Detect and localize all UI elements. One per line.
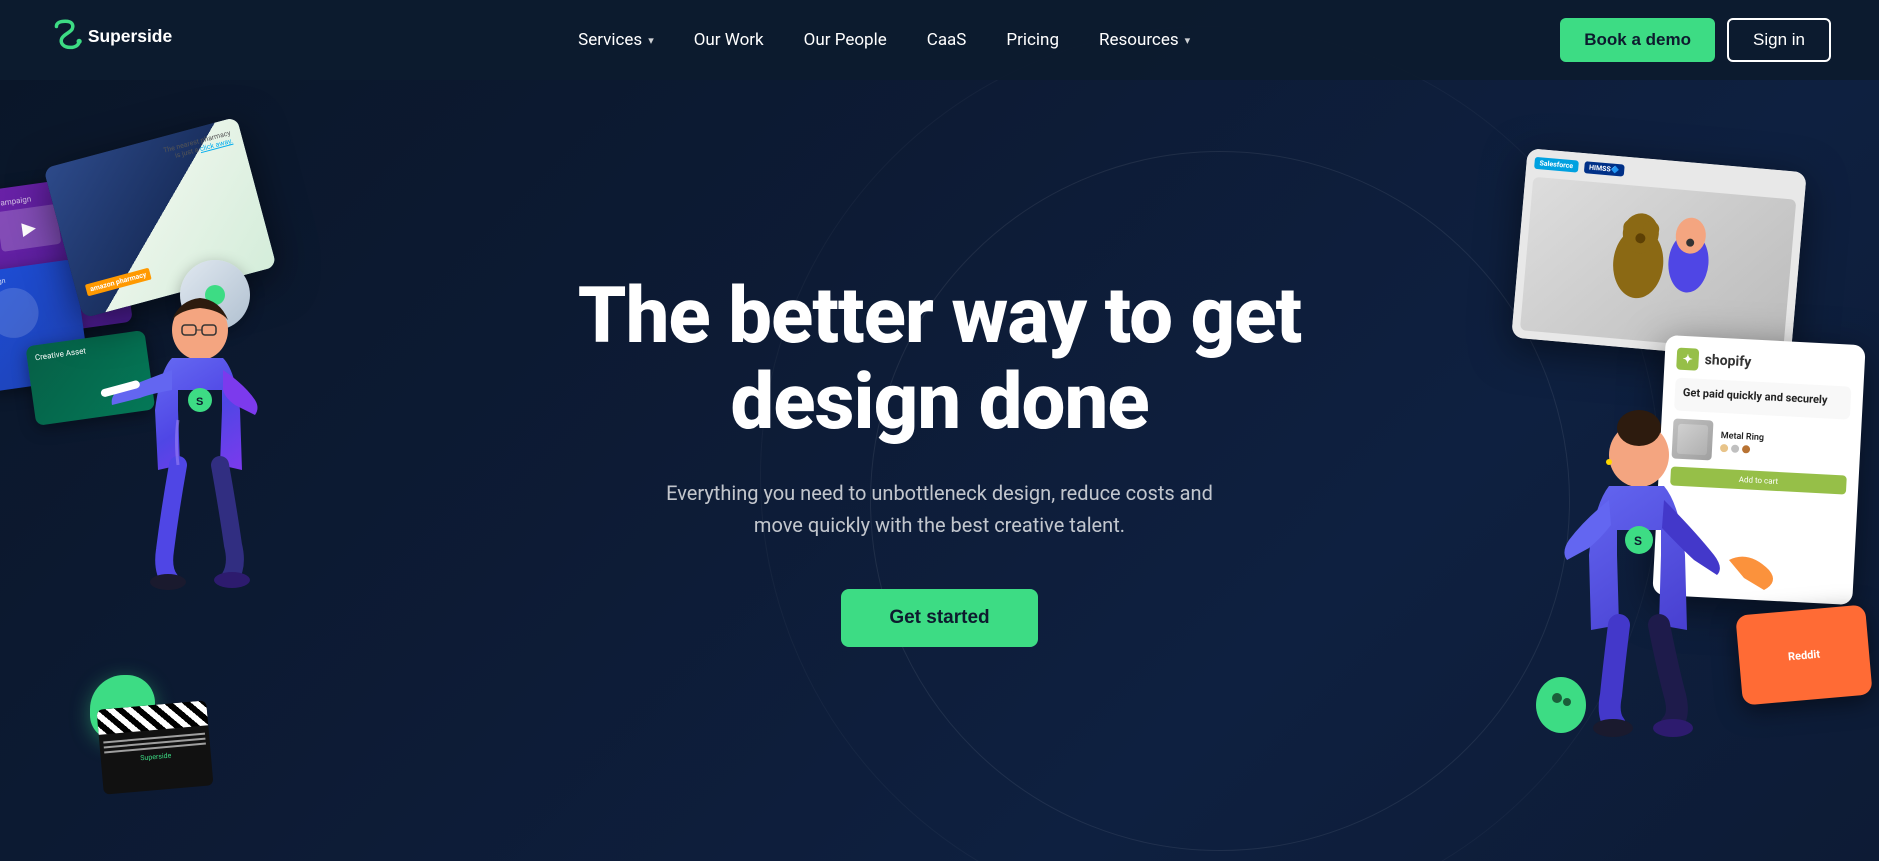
nav-label-pricing: Pricing (1006, 30, 1059, 50)
nav-link-our-people[interactable]: Our People (788, 22, 903, 58)
book-demo-button[interactable]: Book a demo (1560, 18, 1715, 62)
figure-right: S (1519, 410, 1799, 794)
nav-label-resources: Resources (1099, 30, 1179, 50)
tablet-illustration (1553, 196, 1763, 333)
hero-title-line1: The better way to get (578, 271, 1301, 362)
nav-label-our-people: Our People (804, 30, 887, 50)
nav-link-our-work[interactable]: Our Work (678, 22, 780, 58)
navbar: Superside Services ▾ Our Work Our People (0, 0, 1879, 80)
sign-in-button[interactable]: Sign in (1727, 18, 1831, 62)
logo-svg: Superside (48, 16, 208, 64)
logo[interactable]: Superside (48, 16, 208, 64)
nav-actions: Book a demo Sign in (1560, 18, 1831, 62)
tablet-top-right: Salesforce HIMSS🔷 (1511, 148, 1806, 362)
svg-text:S: S (196, 396, 203, 408)
nav-label-our-work: Our Work (694, 30, 764, 50)
orange-card-text: Reddit (1787, 647, 1820, 663)
nav-link-resources[interactable]: Resources ▾ (1083, 22, 1206, 58)
nav-links: Services ▾ Our Work Our People CaaS (562, 22, 1206, 58)
figure-left: S (90, 290, 310, 644)
shopify-icon: ✦ (1676, 348, 1699, 371)
clapper-board: Superside (97, 700, 214, 794)
nav-label-services: Services (578, 30, 642, 50)
tablet-inner: Salesforce HIMSS🔷 (1511, 148, 1806, 362)
get-started-button[interactable]: Get started (841, 589, 1037, 647)
character-left-svg: S (90, 290, 310, 640)
nav-item-our-work[interactable]: Our Work (678, 22, 780, 58)
salesforce-logo: Salesforce (1534, 157, 1579, 173)
nav-item-pricing[interactable]: Pricing (990, 22, 1075, 58)
hero-subtitle: Everything you need to unbottleneck desi… (639, 477, 1239, 541)
svg-text:S: S (1634, 534, 1642, 548)
nav-link-services[interactable]: Services ▾ (562, 22, 670, 58)
chevron-down-icon: ▾ (648, 34, 654, 47)
nav-link-caas[interactable]: CaaS (911, 22, 983, 58)
shopify-header: ✦ shopify (1676, 348, 1853, 379)
character-right-svg: S (1519, 410, 1799, 790)
himss-logo: HIMSS🔷 (1584, 161, 1625, 176)
hero-section: Superside Services ▾ Our Work Our People (0, 0, 1879, 861)
nav-label-caas: CaaS (927, 30, 967, 50)
nav-item-caas[interactable]: CaaS (911, 22, 983, 58)
svg-text:Superside: Superside (88, 26, 173, 46)
hero-title: The better way to get design done (578, 274, 1301, 446)
shopify-title: shopify (1704, 352, 1751, 370)
shopify-card-heading: Get paid quickly and securely (1683, 386, 1843, 407)
right-illustrations: Salesforce HIMSS🔷 (1299, 60, 1879, 820)
orange-card: Reddit (1735, 605, 1872, 706)
nav-item-resources[interactable]: Resources ▾ (1083, 22, 1206, 58)
nav-item-services[interactable]: Services ▾ (562, 22, 670, 58)
hero-content: The better way to get design done Everyt… (578, 214, 1301, 648)
chevron-down-icon-2: ▾ (1185, 34, 1191, 47)
hero-title-line2: design done (730, 357, 1148, 448)
tablet-image-area (1520, 177, 1796, 353)
left-illustrations: Campaign ▶ Design Creative Asset (0, 60, 380, 820)
nav-link-pricing[interactable]: Pricing (990, 22, 1075, 58)
nav-item-our-people[interactable]: Our People (788, 22, 903, 58)
